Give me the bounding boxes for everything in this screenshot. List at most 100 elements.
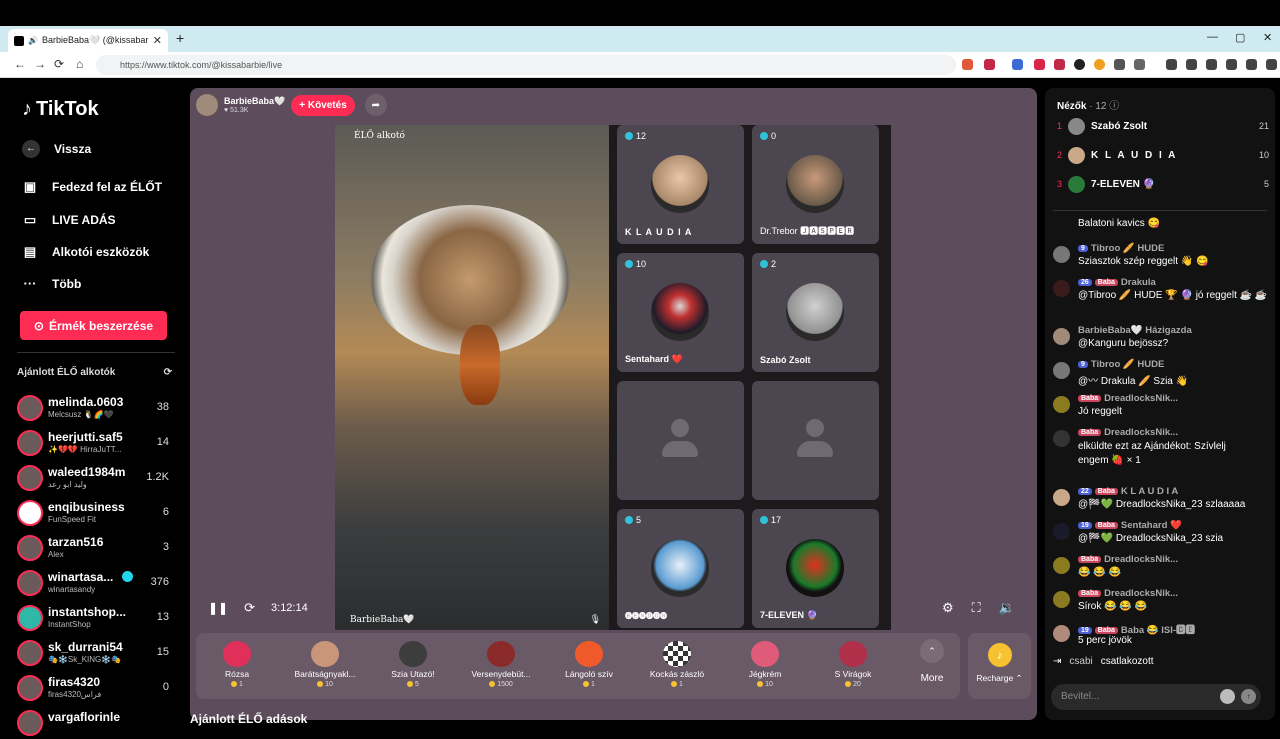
creator-item[interactable]: heerjutti.saf5 ✨💔💔 HirraJuTT... 14 <box>17 427 175 459</box>
gift-item[interactable]: Lángoló szív 1 <box>550 637 628 695</box>
creator-item[interactable]: enqibusiness FunSpeed Fit 6 <box>17 497 175 529</box>
back-link[interactable]: ← Vissza <box>22 140 91 158</box>
more-gifts-button[interactable]: ⌃ More <box>908 639 956 684</box>
home-icon[interactable]: ⌂ <box>76 57 83 71</box>
creator-item[interactable]: melinda.0603 Melcsusz 🐧🌈🖤 38 <box>17 392 175 424</box>
empty-guest-slot[interactable] <box>617 381 744 500</box>
share-icon[interactable]: ➦ <box>364 94 387 116</box>
host-video[interactable]: ÉLŐ alkotó BarbieBaba🤍 🎙 <box>335 125 609 630</box>
guest-tile[interactable]: 12 K L A U D I A <box>617 125 744 244</box>
fan-badge: Baba <box>1078 556 1102 563</box>
vpn-icon[interactable] <box>1246 59 1257 70</box>
creator-item[interactable]: firas4320 firas4320فراس 0 <box>17 672 175 704</box>
extension-icon[interactable] <box>1034 59 1045 70</box>
brave-shield-icon[interactable] <box>962 59 973 70</box>
guest-tile[interactable]: 0 Dr.Trebor 🅹🅰🆂🅿🅴🆁 <box>752 125 879 244</box>
message-user: Baba DreadlocksNik... <box>1078 554 1178 565</box>
emoji-icon[interactable] <box>1220 689 1235 704</box>
menu-live[interactable]: ▭ LIVE ADÁS <box>22 212 116 228</box>
creator-item[interactable]: instantshop... InstantShop 13 <box>17 602 175 634</box>
gift-name: Kockás zászló <box>649 669 705 679</box>
new-tab-button[interactable]: + <box>176 30 184 46</box>
url-field[interactable]: https://www.tiktok.com/@kissabarbie/live <box>96 55 956 75</box>
pause-icon[interactable]: ❚❚ <box>208 601 228 615</box>
live-icon: ▭ <box>23 212 37 227</box>
message-text: 5 perc jövök <box>1078 635 1132 646</box>
top-viewer-row[interactable]: 3 7-ELEVEN 🔮 5 <box>1057 175 1269 195</box>
gift-item[interactable]: Szia Utazó! 5 <box>374 637 452 695</box>
leo-icon[interactable] <box>1226 59 1237 70</box>
menu-explore-live[interactable]: ▣ Fedezd fel az ÉLŐT <box>22 179 162 195</box>
menu-more[interactable]: ··· Több <box>22 276 82 291</box>
get-coins-button[interactable]: ⊙ Érmék beszerzése <box>20 311 167 340</box>
browser-tab[interactable]: 🔊 BarbieBaba🤍 (@kissabarbie ✕ <box>8 29 168 52</box>
music-icon[interactable] <box>1166 59 1177 70</box>
guest-tile[interactable]: 10 Sentahard ❤️ <box>617 253 744 372</box>
minimize-button[interactable]: — <box>1207 31 1218 43</box>
maximize-button[interactable]: ▢ <box>1235 31 1245 44</box>
creator-item[interactable]: tarzan516 Alex 3 <box>17 532 175 564</box>
wallet-icon[interactable] <box>1206 59 1217 70</box>
translate-extension-icon[interactable] <box>1012 59 1023 70</box>
guest-tile[interactable]: 5 🅑🅔🅝🅓🅞🅝 <box>617 509 744 628</box>
more-icon: ··· <box>23 276 37 291</box>
level-badge: 9 <box>1078 245 1088 252</box>
gift-item[interactable]: S Virágok 20 <box>814 637 892 695</box>
gift-item[interactable]: Rózsa 1 <box>198 637 276 695</box>
guest-tile[interactable]: 2 Szabó Zsolt <box>752 253 879 372</box>
settings-gear-icon[interactable]: ⚙ <box>942 600 954 616</box>
message-username: DreadlocksNik... <box>1104 393 1179 404</box>
extension-icon[interactable] <box>1074 59 1085 70</box>
player-controls-right: ⚙ ⛶ 🔉 <box>942 600 1015 616</box>
close-window-button[interactable]: ✕ <box>1263 31 1272 44</box>
extension-icon[interactable] <box>1114 59 1125 70</box>
message-user: 19 Baba Sentahard ❤️ <box>1078 520 1182 531</box>
creator-viewers: 376 <box>150 576 169 588</box>
gift-name: Lángoló szív <box>565 669 613 679</box>
guest-name: Sentahard ❤️ <box>625 354 683 364</box>
sidebar-icon[interactable] <box>1186 59 1197 70</box>
extension-icon[interactable] <box>1134 59 1145 70</box>
guest-tile[interactable]: 17 7-ELEVEN 🔮 <box>752 509 879 628</box>
reload-icon[interactable]: ⟳ <box>54 57 64 71</box>
person-placeholder-icon <box>662 419 698 463</box>
follow-button[interactable]: + Követés <box>291 94 355 116</box>
creator-avatar <box>17 675 43 701</box>
creator-item[interactable]: winartasa... winartasandy 376 <box>17 567 175 599</box>
menu-label: LIVE ADÁS <box>52 213 116 227</box>
gift-item[interactable]: Barátságnyakl... 10 <box>286 637 364 695</box>
menu-icon[interactable] <box>1266 59 1277 70</box>
refresh-icon[interactable]: ⟳ <box>244 600 255 616</box>
menu-creator-tools[interactable]: ▤ Alkotói eszközök <box>22 244 150 260</box>
rewards-icon[interactable] <box>984 59 995 70</box>
creator-item[interactable]: sk_durrani54 🎭❄️Sk_KING❄️🎭 15 <box>17 637 175 669</box>
extension-icon[interactable] <box>1094 59 1105 70</box>
user-avatar <box>1053 523 1070 540</box>
volume-icon[interactable]: 🔉 <box>999 600 1015 616</box>
gift-item[interactable]: Versenydebüt... 1500 <box>462 637 540 695</box>
user-avatar <box>1053 557 1070 574</box>
gift-item[interactable]: Kockás zászló 1 <box>638 637 716 695</box>
tab-close-icon[interactable]: ✕ <box>153 34 162 47</box>
hls-extension-icon[interactable] <box>1054 59 1065 70</box>
host-tag: BarbieBaba🤍 <box>350 615 415 625</box>
top-viewer-row[interactable]: 2 K L A U D I A 10 <box>1057 146 1269 166</box>
gift-item[interactable]: Jégkrém 10 <box>726 637 804 695</box>
forward-arrow-icon[interactable]: → <box>34 57 46 71</box>
empty-guest-slot[interactable] <box>752 381 879 500</box>
live-stage: ÉLŐ alkotó BarbieBaba🤍 🎙 12 K L A U D I … <box>335 125 891 630</box>
host-info[interactable]: BarbieBaba🤍 ♥ 51.3K <box>224 96 285 114</box>
refresh-icon[interactable]: ⟳ <box>164 367 172 378</box>
chat-input[interactable]: Bevitel... ↑ <box>1051 684 1261 710</box>
send-icon[interactable]: ↑ <box>1241 689 1256 704</box>
recharge-button[interactable]: ♪ Recharge ⌃ <box>968 633 1031 699</box>
creator-item[interactable]: waleed1984m وليد ابو رعد 1.2K <box>17 462 175 494</box>
fullscreen-icon[interactable]: ⛶ <box>972 600 981 616</box>
viewer-rank: 2 <box>1057 150 1063 160</box>
host-avatar[interactable] <box>196 94 218 116</box>
creator-item[interactable]: vargaflorinle <box>17 707 175 739</box>
tiktok-logo[interactable]: ♪ TikTok <box>22 98 99 121</box>
back-arrow-icon[interactable]: ← <box>14 57 26 71</box>
top-viewer-row[interactable]: 1 Szabó Zsolt 21 <box>1057 117 1269 137</box>
fan-badge: Baba <box>1094 488 1118 495</box>
